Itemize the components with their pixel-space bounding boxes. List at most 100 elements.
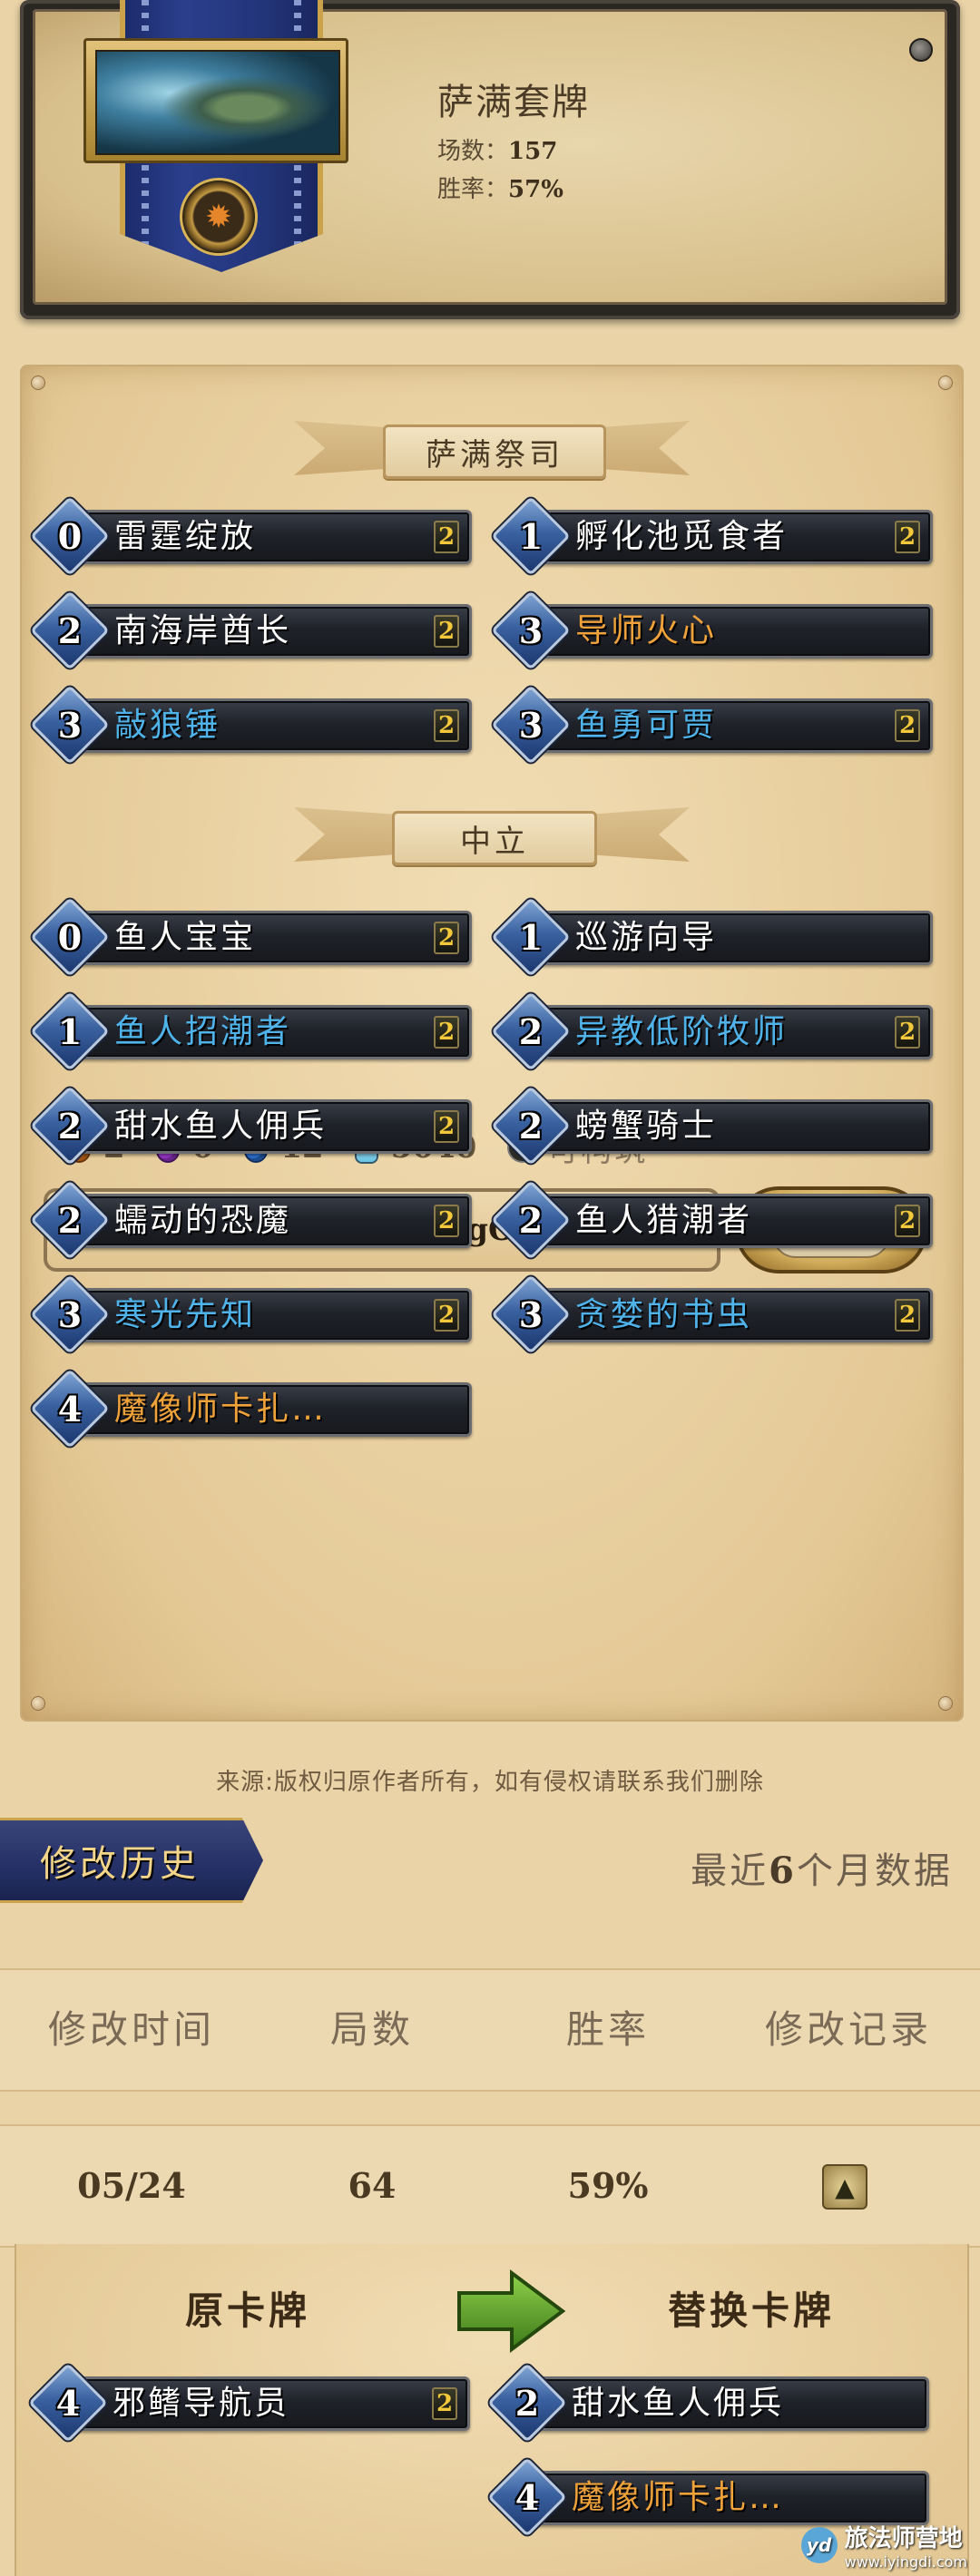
card-tile[interactable]: 0 鱼人宝宝 2	[30, 897, 472, 977]
card-name: 甜水鱼人佣兵	[114, 1107, 328, 1145]
card-name: 鱼人招潮者	[114, 1013, 292, 1050]
games-stat: 场数：157	[437, 132, 557, 166]
watermark-name: 旅法师营地	[844, 2525, 963, 2552]
card-cost: 2	[57, 1105, 83, 1147]
card-tile[interactable]: 1 鱼人招潮者 2	[30, 991, 472, 1071]
card-tile[interactable]: 2 螃蟹骑士	[491, 1086, 933, 1166]
hero-portrait	[83, 38, 348, 163]
card-name: 巡游向导	[575, 919, 718, 956]
card-tile[interactable]: 3 寒光先知 2	[30, 1274, 472, 1354]
deck-header: ✹ 萨满套牌 场数：157 胜率：57%	[20, 0, 960, 319]
card-tile[interactable]: 3 导师火心	[491, 590, 933, 670]
card-cost: 4	[57, 1388, 83, 1429]
card-name: 魔像师卡扎…	[572, 2479, 785, 2516]
column-header-changes: 修改记录	[764, 2007, 932, 2052]
recent-suffix: 个月数据	[797, 1850, 953, 1892]
card-count: 2	[434, 1110, 459, 1143]
games-label: 场数：	[437, 138, 509, 165]
card-count: 2	[434, 709, 459, 742]
card-count: 2	[434, 1205, 459, 1237]
winrate-label: 胜率：	[437, 176, 509, 203]
games-value: 157	[508, 138, 558, 165]
card-tile[interactable]: 3 敲狼锤 2	[30, 685, 472, 765]
column-header-winrate: 胜率	[565, 2007, 650, 2052]
card-name: 孵化池觅食者	[575, 518, 789, 555]
card-name: 甜水鱼人佣兵	[572, 2385, 785, 2422]
watermark-text: 旅法师营地 www.iyingdi.com	[845, 2520, 967, 2571]
card-tile[interactable]: 0 雷霆绽放 2	[30, 496, 472, 576]
card-count: 2	[895, 521, 920, 553]
card-count: 2	[432, 2387, 457, 2420]
column-header-date: 修改时间	[47, 2007, 215, 2052]
class-section-header: 萨满祭司	[22, 412, 962, 484]
card-cost: 0	[57, 515, 83, 557]
card-count: 2	[434, 1016, 459, 1049]
card-tile[interactable]: 2 鱼人猎潮者 2	[491, 1180, 933, 1260]
card-count: 2	[895, 709, 920, 742]
rivet-icon	[909, 38, 933, 62]
green-arrow-icon	[457, 2269, 566, 2353]
card-tile[interactable]: 2 南海岸酋长 2	[30, 590, 472, 670]
card-cost: 2	[514, 2382, 540, 2424]
history-table-row[interactable]: 05/24 64 59% ▲	[0, 2124, 980, 2248]
card-cost: 4	[514, 2476, 540, 2518]
hero-portrait-image	[95, 50, 340, 155]
section-title: 中立	[392, 811, 597, 865]
card-tile[interactable]: 4 邪鳍导航员 2	[28, 2363, 470, 2443]
card-name: 导师火心	[575, 612, 718, 649]
card-name: 蠕动的恐魔	[114, 1202, 292, 1239]
card-name: 螃蟹骑士	[575, 1107, 718, 1145]
card-count: 2	[434, 922, 459, 954]
winrate-value: 57%	[508, 176, 564, 203]
card-tile[interactable]: 2 蠕动的恐魔 2	[30, 1180, 472, 1260]
card-cost: 0	[57, 916, 83, 958]
card-count: 2	[434, 615, 459, 648]
card-tile[interactable]: 2 甜水鱼人佣兵 2	[30, 1086, 472, 1166]
yd-logo-icon: yd	[800, 2527, 838, 2563]
source-note: 来源:版权归原作者所有，如有侵权请联系我们删除	[216, 1769, 764, 1796]
card-tile[interactable]: 1 巡游向导	[491, 897, 933, 977]
card-name: 鱼人猎潮者	[575, 1202, 753, 1239]
card-cost: 2	[57, 610, 83, 651]
card-count: 2	[434, 1299, 459, 1332]
card-name: 雷霆绽放	[114, 518, 257, 555]
row-games: 64	[348, 2165, 397, 2206]
card-name: 异教低阶牧师	[575, 1013, 789, 1050]
expand-changes-icon[interactable]: ▲	[822, 2164, 867, 2210]
card-cost: 3	[518, 704, 544, 746]
card-name: 敲狼锤	[114, 707, 221, 744]
card-cost: 2	[518, 1199, 544, 1241]
row-date: 05/24	[77, 2165, 186, 2206]
card-cost: 3	[518, 610, 544, 651]
card-cost: 3	[518, 1293, 544, 1335]
row-winrate: 59%	[567, 2165, 649, 2206]
card-cost: 1	[518, 515, 544, 557]
card-cost: 2	[518, 1105, 544, 1147]
card-count: 2	[895, 1299, 920, 1332]
card-name: 南海岸酋长	[114, 612, 292, 649]
pin-icon	[938, 1696, 953, 1711]
pin-icon	[31, 376, 45, 390]
card-cost: 3	[57, 1293, 83, 1335]
replacement-cards-title: 替换卡牌	[668, 2288, 836, 2333]
card-count: 2	[895, 1205, 920, 1237]
watermark: yd 旅法师营地 www.iyingdi.com	[800, 2520, 967, 2571]
card-tile[interactable]: 2 异教低阶牧师 2	[491, 991, 933, 1071]
card-tile[interactable]: 1 孵化池觅食者 2	[491, 496, 933, 576]
card-cost: 1	[57, 1010, 83, 1052]
card-tile[interactable]: 4 魔像师卡扎…	[30, 1369, 472, 1449]
card-name: 鱼人宝宝	[114, 919, 257, 956]
recent-months-label: 最近6个月数据	[691, 1841, 953, 1894]
original-cards-title: 原卡牌	[185, 2288, 311, 2333]
card-cost: 2	[57, 1199, 83, 1241]
card-cost: 3	[57, 704, 83, 746]
card-count: 2	[895, 1016, 920, 1049]
deck-title: 萨满套牌	[437, 82, 590, 123]
card-name: 邪鳍导航员	[113, 2385, 290, 2422]
card-tile[interactable]: 2 甜水鱼人佣兵	[487, 2363, 929, 2443]
card-name: 魔像师卡扎…	[114, 1390, 328, 1428]
card-tile[interactable]: 3 贪婪的书虫 2	[491, 1274, 933, 1354]
history-tab[interactable]: 修改历史	[0, 1818, 263, 1903]
card-tile[interactable]: 3 鱼勇可贾 2	[491, 685, 933, 765]
card-name: 鱼勇可贾	[575, 707, 718, 744]
